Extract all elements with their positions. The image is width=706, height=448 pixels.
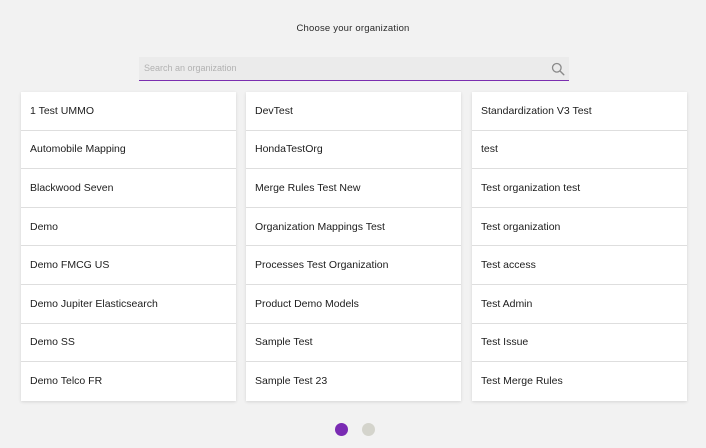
organization-item[interactable]: Sample Test: [246, 324, 461, 363]
organization-column-2: DevTest HondaTestOrg Merge Rules Test Ne…: [246, 92, 461, 401]
organization-item[interactable]: HondaTestOrg: [246, 131, 461, 170]
organization-item[interactable]: 1 Test UMMO: [21, 92, 236, 131]
organization-item[interactable]: Product Demo Models: [246, 285, 461, 324]
organization-item[interactable]: Demo SS: [21, 324, 236, 363]
organization-column-3: Standardization V3 Test test Test organi…: [472, 92, 687, 401]
page-title: Choose your organization: [296, 23, 410, 34]
organization-item[interactable]: Sample Test 23: [246, 362, 461, 401]
search-input[interactable]: [139, 57, 544, 79]
organization-item[interactable]: Test Merge Rules: [472, 362, 687, 401]
organization-item[interactable]: DevTest: [246, 92, 461, 131]
organization-item[interactable]: Test Issue: [472, 324, 687, 363]
organization-item[interactable]: test: [472, 131, 687, 170]
organization-item[interactable]: Merge Rules Test New: [246, 169, 461, 208]
organization-item[interactable]: Processes Test Organization: [246, 246, 461, 285]
organization-item[interactable]: Automobile Mapping: [21, 131, 236, 170]
organization-item[interactable]: Demo Jupiter Elasticsearch: [21, 285, 236, 324]
organization-item[interactable]: Demo: [21, 208, 236, 247]
organization-item[interactable]: Demo FMCG US: [21, 246, 236, 285]
search-icon[interactable]: [551, 62, 565, 76]
organization-item[interactable]: Organization Mappings Test: [246, 208, 461, 247]
page-dot-1[interactable]: [335, 423, 348, 436]
organization-item[interactable]: Demo Telco FR: [21, 362, 236, 401]
organization-item[interactable]: Blackwood Seven: [21, 169, 236, 208]
organization-item[interactable]: Test organization: [472, 208, 687, 247]
organization-column-1: 1 Test UMMO Automobile Mapping Blackwood…: [21, 92, 236, 401]
organization-item[interactable]: Test access: [472, 246, 687, 285]
page-dot-2[interactable]: [362, 423, 375, 436]
organization-item[interactable]: Test Admin: [472, 285, 687, 324]
organization-item[interactable]: Standardization V3 Test: [472, 92, 687, 131]
search-bar: [139, 57, 569, 81]
organization-item[interactable]: Test organization test: [472, 169, 687, 208]
